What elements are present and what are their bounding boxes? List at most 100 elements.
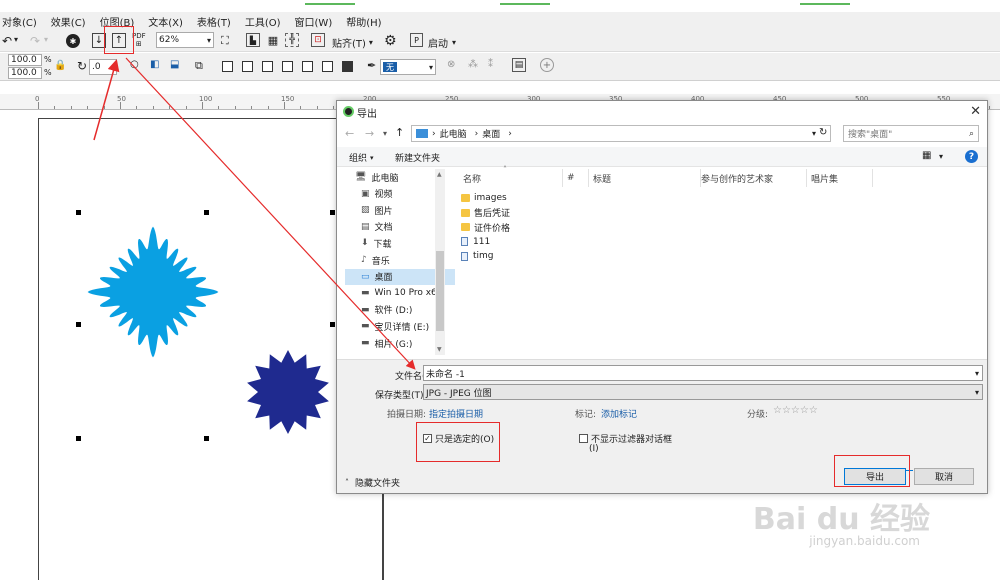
outline-pen-icon[interactable]: ✒ (367, 59, 376, 72)
rating-stars[interactable]: ☆☆☆☆☆ (773, 405, 818, 416)
redo-icon[interactable]: ↷ (30, 34, 40, 48)
menu-text[interactable]: 文本(X) (148, 14, 183, 29)
selection-handle[interactable] (330, 322, 335, 327)
menu-table[interactable]: 表格(T) (197, 14, 231, 29)
new-folder-button[interactable]: 新建文件夹 (395, 151, 440, 164)
rotation-angle-input[interactable]: .0 (89, 59, 117, 75)
organize-button[interactable]: 组织 ▾ (349, 151, 374, 165)
rating-label: 分级: (747, 410, 769, 420)
music-icon: ♪ (361, 255, 367, 265)
cancel-button[interactable]: 取消 (914, 468, 974, 485)
smooth-icon[interactable]: ⁑ (488, 59, 493, 70)
mirror-horizontal-icon[interactable]: ◧ (150, 59, 159, 70)
filetype-select[interactable]: JPG - JPEG 位图 ▾ (423, 384, 983, 400)
menu-object[interactable]: 对象(C) (2, 14, 37, 29)
column-header[interactable]: 唱片集 (807, 169, 873, 187)
gear-icon[interactable]: ⚙ (384, 33, 397, 49)
chevron-down-icon[interactable]: ▾ (939, 152, 943, 161)
scroll-up-icon[interactable]: ▲ (437, 171, 442, 178)
selection-handle[interactable] (76, 322, 81, 327)
lock-ratio-icon[interactable]: 🔒 (54, 60, 66, 71)
convert-to-curves-icon[interactable]: ⊗ (447, 59, 455, 70)
scroll-down-icon[interactable]: ▼ (437, 346, 442, 353)
nav-item-label: 软件 (D:) (374, 306, 413, 317)
full-screen-icon[interactable]: ⛶ (221, 34, 229, 48)
tags-link[interactable]: 添加标记 (601, 407, 637, 420)
snap-to-icon[interactable]: ⊡ (311, 33, 325, 47)
file-item[interactable]: images (461, 191, 507, 205)
undo-icon[interactable]: ↶ (2, 34, 12, 48)
undo-dropdown-icon[interactable]: ▾ (14, 35, 18, 44)
menu-help[interactable]: 帮助(H) (346, 14, 381, 29)
menu-tools[interactable]: 工具(O) (245, 14, 281, 29)
file-item[interactable]: 证件价格 (461, 220, 510, 234)
mirror-vertical-icon[interactable]: ⬓ (170, 59, 179, 70)
launch-button[interactable]: 启动 ▾ (428, 35, 456, 50)
close-icon[interactable]: ✕ (970, 104, 981, 119)
trim-icon[interactable] (242, 61, 253, 72)
scrollbar-thumb[interactable] (436, 251, 444, 331)
refresh-icon[interactable]: ↻ (819, 127, 827, 138)
nav-scrollbar[interactable]: ▲ ▼ (435, 169, 445, 355)
object-width-input[interactable]: 100.0 (8, 54, 42, 66)
add-icon[interactable]: + (540, 58, 554, 72)
back-arrow-icon[interactable]: ← (345, 127, 354, 140)
chevron-down-icon[interactable]: ▾ (812, 129, 816, 138)
recent-dropdown-icon[interactable]: ▾ (383, 129, 387, 138)
show-guidelines-icon[interactable]: ╬ (285, 33, 299, 47)
intersect-icon[interactable] (262, 61, 273, 72)
show-grid-icon[interactable]: ▦ (266, 33, 280, 47)
width-percent-label: % (44, 55, 52, 64)
search-input[interactable]: 搜索"桌面" ⌕ (843, 125, 979, 142)
hide-folders-link[interactable]: 隐藏文件夹 (355, 476, 400, 489)
document-tab[interactable] (500, 0, 550, 5)
drawing-page[interactable] (38, 118, 384, 580)
snap-to-button[interactable]: 贴齐(T) ▾ (332, 35, 373, 50)
menu-window[interactable]: 窗口(W) (295, 14, 333, 29)
simplify-icon[interactable] (282, 61, 293, 72)
menu-effects[interactable]: 效果(C) (51, 14, 86, 29)
date-link[interactable]: 指定拍摄日期 (429, 407, 483, 420)
front-minus-back-icon[interactable] (302, 61, 313, 72)
breadcrumb-this-pc[interactable]: 此电脑 (440, 127, 467, 140)
document-tab[interactable] (305, 0, 355, 5)
height-percent-label: % (44, 68, 52, 77)
file-item[interactable]: timg (461, 249, 494, 263)
group-icon[interactable]: ⧉ (195, 59, 203, 73)
boundary-icon[interactable] (342, 61, 353, 72)
file-item[interactable]: 售后凭证 (461, 206, 510, 220)
column-header[interactable]: 标题 (589, 169, 701, 187)
breadcrumb-desktop[interactable]: 桌面 (482, 127, 500, 140)
up-arrow-icon[interactable]: ↑ (395, 126, 404, 139)
selection-handle[interactable] (76, 210, 81, 215)
chevron-up-icon[interactable]: ˄ (345, 478, 349, 487)
node-edit-icon[interactable]: ⁂ (468, 59, 478, 70)
corel-connect-icon[interactable]: ✱ (66, 34, 80, 48)
weld-icon[interactable] (222, 61, 233, 72)
dialog-title-bar[interactable]: 导出 ✕ (337, 101, 987, 123)
selection-handle[interactable] (76, 436, 81, 441)
publish-pdf-icon[interactable]: PDF ⊞ (132, 32, 146, 48)
zoom-level-select[interactable]: 62% ▾ (156, 32, 214, 48)
show-rulers-icon[interactable]: ▙ (246, 33, 260, 47)
redo-dropdown-icon[interactable]: ▾ (44, 35, 48, 44)
selection-handle[interactable] (204, 436, 209, 441)
filename-input[interactable]: 未命名 -1 ▾ (423, 365, 983, 381)
document-tab[interactable] (800, 0, 850, 5)
address-bar[interactable]: › 此电脑 › 桌面 › ▾ (411, 125, 831, 142)
file-item[interactable]: 111 (461, 235, 490, 249)
text-wrap-icon[interactable]: ▤ (512, 58, 526, 72)
rotate-icon[interactable]: ↻ (77, 59, 87, 73)
help-icon[interactable]: ? (965, 150, 978, 163)
launch-app-icon[interactable]: P (410, 33, 423, 47)
object-height-input[interactable]: 100.0 (8, 67, 42, 79)
column-header[interactable]: # (563, 169, 589, 187)
view-options-icon[interactable]: ▦ (922, 150, 931, 161)
selection-handle[interactable] (330, 210, 335, 215)
selection-handle[interactable] (204, 210, 209, 215)
outline-width-select[interactable]: 无 ▾ (380, 59, 436, 75)
forward-arrow-icon[interactable]: → (365, 127, 374, 140)
back-minus-front-icon[interactable] (322, 61, 333, 72)
column-header[interactable]: 参与创作的艺术家 (697, 169, 807, 187)
column-header[interactable]: 名称 (459, 169, 563, 187)
